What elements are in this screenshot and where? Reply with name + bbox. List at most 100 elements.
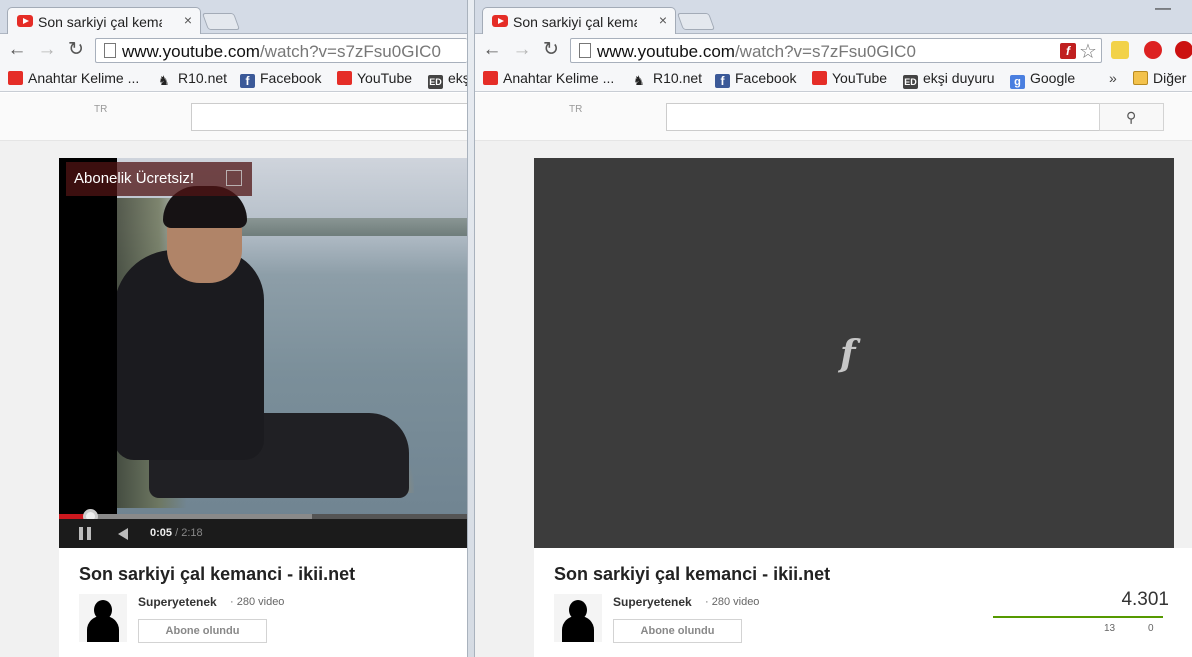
bookmark-youtube[interactable]: YouTube [812, 70, 887, 86]
bookmark-anahtar[interactable]: Anahtar Kelime ... [8, 70, 139, 86]
address-bar[interactable]: www.youtube.com/watch?v=s7zFsu0GIC0 [95, 38, 467, 63]
eksi-icon: ED [428, 75, 443, 89]
channel-video-count: · 280 video [230, 596, 285, 608]
country-code: TR [94, 104, 108, 115]
bookmarks-overflow-icon[interactable]: » [1109, 70, 1117, 86]
bookmarks-bar: Anahtar Kelime ... ♞ R10.net f Facebook Yo… [475, 66, 1192, 92]
search-icon: ⚲ [1126, 109, 1137, 125]
extension-icon[interactable] [1111, 41, 1129, 59]
browser-window-left: Son sarkiyi çal keman × ← → ↻ www.youtub… [0, 0, 467, 657]
channel-video-count: · 280 video [705, 596, 760, 608]
bookmark-folder-other[interactable]: Diğer [1133, 70, 1186, 86]
back-icon[interactable]: ← [6, 39, 28, 61]
flash-player[interactable]: f [534, 158, 1174, 548]
tab-title: Son sarkiyi çal keman [38, 14, 162, 30]
tab-active[interactable]: Son sarkiyi çal keman × [482, 7, 676, 35]
person-body [114, 250, 264, 460]
pause-icon[interactable] [79, 527, 91, 540]
forward-icon[interactable]: → [36, 39, 58, 61]
opera-icon[interactable] [1175, 41, 1192, 59]
video-title: Son sarkiyi çal kemanci - ikii.net [554, 564, 831, 584]
youtube-icon [8, 71, 23, 85]
channel-name[interactable]: Superyetenek [613, 595, 692, 609]
bookmark-facebook[interactable]: f Facebook [715, 70, 796, 88]
youtube-favicon-icon [17, 15, 33, 27]
youtube-page: TR ⚲ f Son sarkiyi çal kemanci - ikii.ne… [475, 93, 1192, 657]
video-frame [59, 158, 467, 548]
bookmark-eksi[interactable]: ED ekşi duyuru [903, 70, 995, 89]
page-icon [104, 43, 116, 58]
avatar[interactable] [79, 594, 127, 642]
player-controls: 0:05 / 2:18 [59, 519, 467, 548]
tab-strip: Son sarkiyi çal keman × [0, 0, 467, 35]
bookmark-star-icon[interactable]: ☆ [1079, 39, 1097, 64]
bookmark-youtube[interactable]: YouTube [337, 70, 412, 86]
like-fill [993, 616, 1163, 618]
ad-banner[interactable]: Abonelik Ücretsiz! [66, 162, 252, 196]
flash-blocked-icon[interactable]: f [1060, 43, 1076, 59]
adblock-icon[interactable] [1144, 41, 1162, 59]
bookmark-r10[interactable]: ♞ R10.net [158, 70, 227, 88]
shoreline [239, 218, 467, 236]
volume-icon[interactable] [118, 528, 128, 540]
page-icon [579, 43, 591, 58]
subscribe-button[interactable]: Abone olundu [613, 619, 742, 643]
tab-close-icon[interactable]: × [659, 12, 667, 28]
browser-window-right: Son sarkiyi çal keman × — ← → ↻ www.yout… [475, 0, 1192, 657]
like-dislike-bar [993, 616, 1163, 618]
reload-icon[interactable]: ↻ [540, 39, 562, 61]
flash-plugin-icon[interactable]: f [840, 333, 856, 375]
r10-icon: ♞ [158, 73, 170, 88]
eksi-icon: ED [903, 75, 918, 89]
tab-strip: Son sarkiyi çal keman × — [475, 0, 1192, 35]
avatar[interactable] [554, 594, 602, 642]
bookmarks-bar: Anahtar Kelime ... ♞ R10.net f Facebook Yo… [0, 66, 467, 92]
ad-text: Abonelik Ücretsiz! [74, 170, 195, 187]
new-tab-button[interactable] [201, 13, 241, 30]
tab-active[interactable]: Son sarkiyi çal keman × [7, 7, 201, 35]
country-code: TR [569, 104, 583, 115]
folder-icon [1133, 71, 1148, 85]
toolbar: ← → ↻ www.youtube.com/watch?v=s7zFsu0GIC… [475, 34, 1192, 66]
search-input[interactable] [666, 103, 1100, 131]
youtube-icon [483, 71, 498, 85]
back-icon[interactable]: ← [481, 39, 503, 61]
bookmark-anahtar[interactable]: Anahtar Kelime ... [483, 70, 614, 86]
youtube-icon [812, 71, 827, 85]
window-divider [467, 0, 475, 657]
video-info: Son sarkiyi çal kemanci - ikii.net Super… [534, 548, 1192, 657]
bookmark-eksi[interactable]: EDekşi [428, 70, 467, 89]
search-input[interactable] [191, 103, 467, 131]
bookmark-r10[interactable]: ♞ R10.net [633, 70, 702, 88]
search-button[interactable]: ⚲ [1099, 103, 1164, 131]
tab-title: Son sarkiyi çal keman [513, 14, 637, 30]
channel-name[interactable]: Superyetenek [138, 595, 217, 609]
bookmark-facebook[interactable]: f Facebook [240, 70, 321, 88]
subscribe-button[interactable]: Abone olundu [138, 619, 267, 643]
url-text: www.youtube.com/watch?v=s7zFsu0GIC0 [597, 42, 916, 61]
yt-header: TR ⚲ [475, 93, 1192, 141]
time-display: 0:05 / 2:18 [150, 527, 203, 539]
youtube-icon [337, 71, 352, 85]
tab-close-icon[interactable]: × [184, 12, 192, 28]
view-count: 4.301 [1121, 589, 1169, 610]
facebook-icon: f [715, 74, 730, 88]
reload-icon[interactable]: ↻ [65, 39, 87, 61]
video-player[interactable]: Abonelik Ücretsiz! 0:05 / 2:18 [59, 158, 467, 548]
url-text: www.youtube.com/watch?v=s7zFsu0GIC0 [122, 42, 441, 61]
avatar-head [569, 600, 587, 620]
yt-header: TR [0, 93, 467, 141]
external-link-icon[interactable] [226, 170, 242, 186]
like-count[interactable]: 13 [1104, 623, 1115, 634]
video-info: Son sarkiyi çal kemanci - ikii.net Super… [59, 548, 467, 657]
bookmark-google[interactable]: g Google [1010, 70, 1075, 89]
forward-icon[interactable]: → [511, 39, 533, 61]
youtube-favicon-icon [492, 15, 508, 27]
dislike-count[interactable]: 0 [1148, 623, 1154, 634]
avatar-head [94, 600, 112, 620]
letterbox [59, 158, 117, 548]
minimize-icon[interactable]: — [1155, 0, 1171, 18]
facebook-icon: f [240, 74, 255, 88]
new-tab-button[interactable] [676, 13, 716, 30]
address-bar[interactable]: www.youtube.com/watch?v=s7zFsu0GIC0 f ☆ [570, 38, 1102, 63]
